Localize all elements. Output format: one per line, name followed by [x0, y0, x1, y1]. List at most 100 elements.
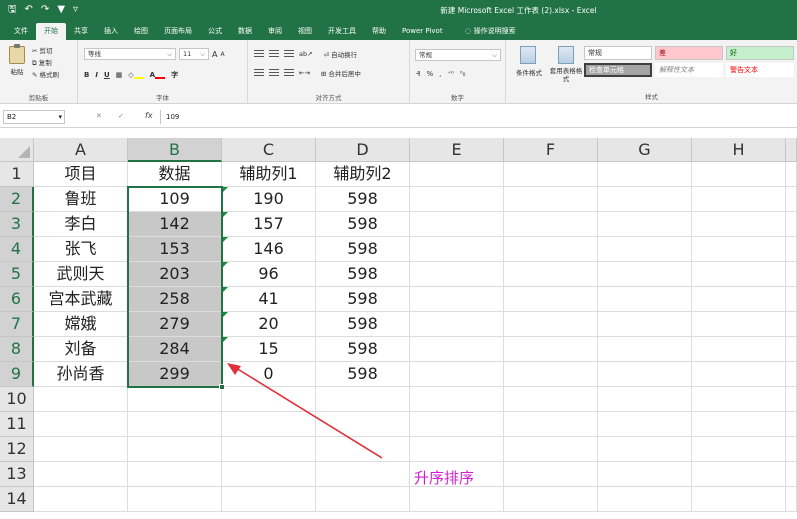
underline-button[interactable]: U	[104, 71, 110, 79]
name-box[interactable]: B2 ▾	[3, 110, 65, 124]
format-painter-label: 格式刷	[39, 71, 60, 79]
tab-home[interactable]: 开始	[36, 23, 66, 40]
cut-label: 剪切	[39, 47, 53, 55]
font-group: 等线 ⌵ 11 ⌵ A A B I U ▦ ◇ A 字 字体	[78, 40, 248, 104]
font-name-value: 等线	[88, 50, 101, 58]
tab-share[interactable]: 共享	[66, 23, 96, 40]
borders-icon[interactable]: ▦	[116, 71, 123, 79]
brush-icon: ✎	[32, 71, 40, 79]
annotation-label: 升序排序	[414, 469, 475, 487]
conditional-format-label[interactable]: 条件格式	[509, 67, 549, 77]
formula-input[interactable]: 109	[160, 110, 794, 124]
arrow-head	[227, 363, 241, 375]
style-bad[interactable]: 差	[655, 46, 723, 60]
alignment-group-label: 对齐方式	[315, 94, 342, 102]
font-size-value: 11	[183, 50, 192, 58]
conditional-format-icon[interactable]	[520, 46, 536, 64]
tab-page-layout[interactable]: 页面布局	[156, 23, 200, 40]
tab-developer[interactable]: 开发工具	[320, 23, 364, 40]
shrink-font-button[interactable]: A	[220, 51, 224, 58]
table-format-label[interactable]: 套用表格格式	[548, 67, 584, 83]
lightbulb-icon: ◌	[464, 27, 471, 35]
arrow-line	[235, 367, 383, 459]
orientation-icon[interactable]: ab↗	[299, 50, 313, 58]
copy-button[interactable]: ⧉ 复制	[32, 57, 59, 69]
decrease-decimal-icon[interactable]: ⁰₀	[460, 70, 466, 78]
clipboard-group: 粘贴 ✂ 剪切 ⧉ 复制 ✎ 格式刷 剪贴板	[0, 40, 78, 104]
increase-decimal-icon[interactable]: ⁺⁰	[447, 70, 454, 78]
phonetic-icon[interactable]: 字	[171, 70, 178, 80]
cut-button[interactable]: ✂ 剪切	[32, 45, 59, 57]
styles-group-label: 样式	[645, 93, 658, 101]
wrap-text-button[interactable]: ⏎ 自动换行	[324, 49, 358, 59]
wrap-icon: ⏎	[323, 51, 332, 59]
font-name-select[interactable]: 等线 ⌵	[84, 48, 176, 60]
tab-help[interactable]: 帮助	[364, 23, 394, 40]
align-left-icon[interactable]	[254, 69, 264, 77]
wrap-text-label: 自动换行	[331, 51, 358, 59]
font-group-label: 字体	[156, 94, 169, 102]
scissors-icon: ✂	[32, 47, 40, 55]
currency-icon[interactable]: ₰	[416, 70, 420, 78]
italic-button[interactable]: I	[95, 71, 98, 79]
percent-button[interactable]: %	[426, 70, 433, 78]
tab-formulas[interactable]: 公式	[200, 23, 230, 40]
cell-styles-gallery: 常规 差 好 检查单元格 解释性文本 警告文本	[584, 46, 794, 77]
tab-view[interactable]: 视图	[290, 23, 320, 40]
fill-color-icon[interactable]: ◇	[128, 71, 144, 79]
align-bottom-icon[interactable]	[284, 50, 294, 58]
chevron-down-icon: ⌵	[200, 50, 205, 58]
clipboard-group-label: 剪贴板	[28, 94, 49, 102]
number-group: 常规 ⌵ ₰ % , ⁺⁰ ⁰₀ 数字	[410, 40, 506, 104]
annotation-arrow	[227, 363, 383, 459]
cancel-icon[interactable]: ✕	[96, 112, 102, 120]
tab-data[interactable]: 数据	[230, 23, 260, 40]
formula-bar: B2 ▾ ✕ ✓ fx 109	[0, 104, 797, 128]
bold-button[interactable]: B	[84, 71, 89, 79]
chevron-down-icon: ⌵	[167, 50, 172, 58]
comma-button[interactable]: ,	[439, 70, 441, 78]
align-right-icon[interactable]	[284, 69, 294, 77]
insert-function-button[interactable]: fx	[145, 111, 153, 120]
grow-font-button[interactable]: A	[212, 50, 217, 59]
table-format-icon[interactable]	[558, 46, 574, 64]
ribbon-tabs: 文件 开始 共享 插入 绘图 页面布局 公式 数据 审阅 视图 开发工具 帮助 …	[0, 20, 797, 40]
worksheet-grid: A B C D E F G H 1 2 3 4 5 6 7 8 9 10 11 …	[0, 130, 797, 519]
copy-icon: ⧉	[32, 59, 39, 67]
align-center-icon[interactable]	[269, 69, 279, 77]
style-good[interactable]: 好	[726, 46, 794, 60]
format-painter-button[interactable]: ✎ 格式刷	[32, 69, 59, 81]
chevron-down-icon: ⌵	[492, 51, 497, 59]
style-warning[interactable]: 警告文本	[726, 63, 794, 77]
font-color-icon[interactable]: A	[150, 71, 166, 79]
tell-me-label: 操作说明搜索	[473, 27, 516, 35]
number-group-label: 数字	[451, 94, 464, 102]
merge-center-button[interactable]: ⊞ 合并后居中	[321, 68, 361, 78]
tab-power-pivot[interactable]: Power Pivot	[394, 23, 451, 40]
style-normal[interactable]: 常规	[584, 46, 652, 60]
merge-center-label: 合并后居中	[328, 70, 361, 78]
clipboard-icon	[9, 44, 25, 64]
align-top-icon[interactable]	[254, 50, 264, 58]
style-explanatory[interactable]: 解释性文本	[655, 63, 723, 77]
copy-label: 复制	[38, 59, 52, 67]
indent-icon[interactable]: ⇤⇥	[299, 69, 310, 77]
enter-icon[interactable]: ✓	[118, 112, 124, 120]
number-format-value: 常规	[419, 51, 432, 59]
paste-button[interactable]: 粘贴	[6, 44, 28, 86]
alignment-group: ab↗ ⏎ 自动换行 ⇤⇥ ⊞ 合并后居中 对齐方式	[248, 40, 410, 104]
align-middle-icon[interactable]	[269, 50, 279, 58]
tab-draw[interactable]: 绘图	[126, 23, 156, 40]
number-format-select[interactable]: 常规 ⌵	[415, 49, 501, 61]
tell-me-search[interactable]: ◌ 操作说明搜索	[451, 23, 524, 40]
style-check-cell[interactable]: 检查单元格	[584, 63, 652, 77]
window-title: 新建 Microsoft Excel 工作表 (2).xlsx - Excel	[440, 6, 597, 15]
tab-insert[interactable]: 插入	[96, 23, 126, 40]
title-bar: 🖫 ↶ ↷ ▼ ▿ 新建 Microsoft Excel 工作表 (2).xls…	[0, 0, 797, 20]
ribbon-home: 粘贴 ✂ 剪切 ⧉ 复制 ✎ 格式刷 剪贴板 等线 ⌵ 11 ⌵ A A B I U…	[0, 40, 797, 104]
chevron-down-icon: ▾	[58, 113, 62, 121]
tab-review[interactable]: 审阅	[260, 23, 290, 40]
font-size-select[interactable]: 11 ⌵	[179, 48, 209, 60]
tab-file[interactable]: 文件	[6, 23, 36, 40]
name-box-value: B2	[7, 113, 17, 121]
